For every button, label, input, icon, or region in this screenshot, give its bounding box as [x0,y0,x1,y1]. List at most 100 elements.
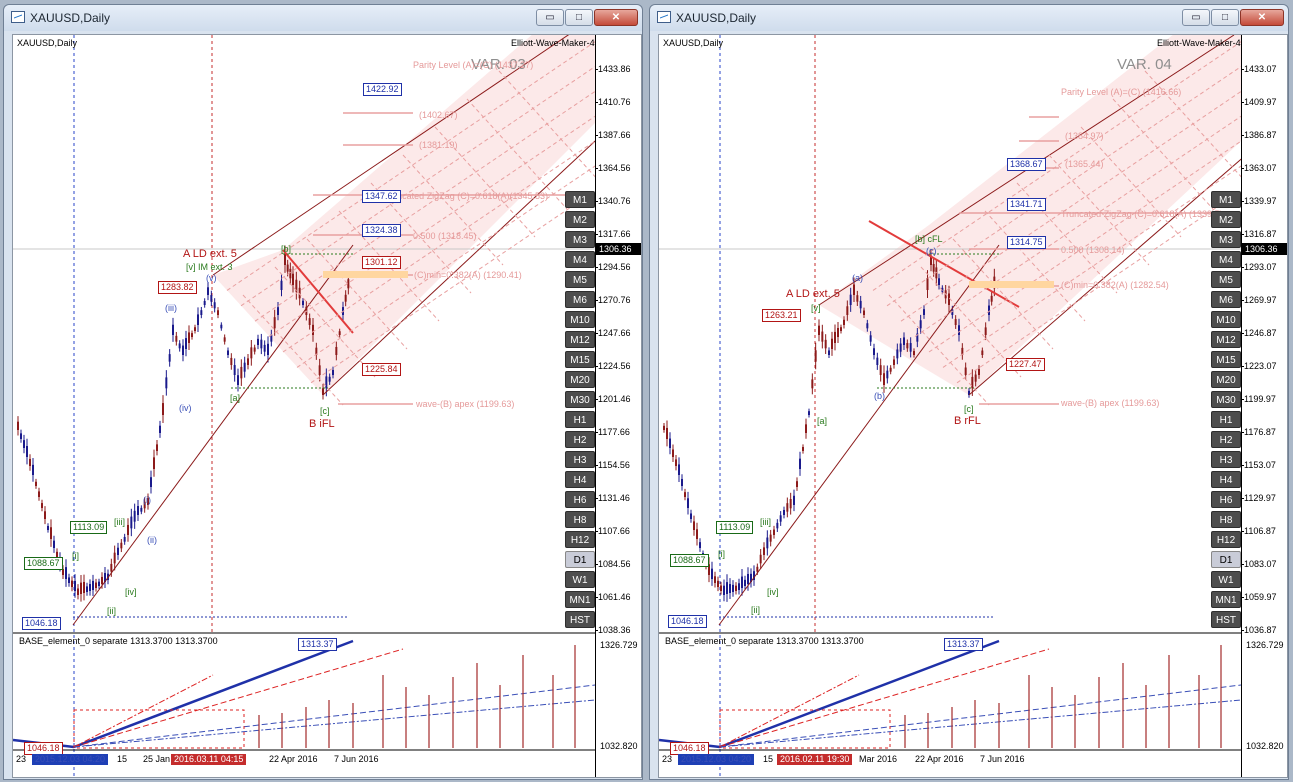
candle-body [974,374,977,382]
candle-body [824,339,827,349]
candle-body [233,365,236,375]
candle-body [200,310,203,315]
minimize-button[interactable]: ▭ [536,9,564,26]
candle-body [756,566,759,572]
price-axis[interactable]: 1433.07 1409.97 1386.87 1363.07 1339.97 1316.… [1241,35,1287,777]
candle-body [243,362,246,372]
timeframe-button-h2[interactable]: H2 [565,431,595,448]
timeframe-button-m4[interactable]: M4 [1211,251,1241,268]
candle-body [74,580,76,591]
candle-body [344,294,347,302]
price-axis[interactable]: 1433.86 1410.76 1387.66 1364.56 1340.76 1317.… [595,35,641,777]
candle-body [732,584,734,592]
chart-window-var03[interactable]: XAUUSD,Daily ▭ □ ✕ XAUUSD,Daily Elliott-… [3,4,643,780]
candle-body [840,327,842,331]
level-label-1365: (1365.44) [1065,159,1104,169]
timeframe-button-mn1[interactable]: MN1 [565,591,595,608]
wave-label-b-ifl: B iFL [309,418,335,430]
candle-body [669,438,671,448]
candle-body [856,295,859,302]
maximize-button[interactable]: □ [565,9,593,26]
wave-label-i: [i] [718,549,726,559]
timeframe-button-h1[interactable]: H1 [1211,411,1241,428]
timeframe-button-m2[interactable]: M2 [565,211,595,228]
timeframe-button-h12[interactable]: H12 [565,531,595,548]
price-tick: 1038.36 [595,625,631,635]
timeframe-button-h4[interactable]: H4 [1211,471,1241,488]
timeframe-button-m12[interactable]: M12 [1211,331,1241,348]
level-label-1381: (1381.19) [419,140,458,150]
timeframe-button-m4[interactable]: M4 [565,251,595,268]
price-chart[interactable]: XAUUSD,Daily Elliott-Wave-Maker-4.60 VAR… [658,34,1288,778]
timeframe-button-hst[interactable]: HST [1211,611,1241,628]
timeframe-button-m30[interactable]: M30 [1211,391,1241,408]
wave-label-a-paren: (a) [852,273,863,283]
candle-body [964,367,967,375]
timeframe-button-m20[interactable]: M20 [1211,371,1241,388]
wave-label-ii: (ii) [147,535,157,545]
price-tick: 1246.87 [1241,328,1277,338]
timeframe-button-h12[interactable]: H12 [1211,531,1241,548]
timeframe-button-d1[interactable]: D1 [1211,551,1241,568]
maximize-button[interactable]: □ [1211,9,1239,26]
timeframe-button-m1[interactable]: M1 [565,191,595,208]
candle-body [92,580,94,590]
timeframe-button-m1[interactable]: M1 [1211,191,1241,208]
symbol-title: XAUUSD,Daily [17,38,78,48]
timeframe-button-m6[interactable]: M6 [1211,291,1241,308]
price-chart[interactable]: XAUUSD,Daily Elliott-Wave-Maker-4.60 VAR… [12,34,642,778]
timeframe-button-m15[interactable]: M15 [1211,351,1241,368]
timeframe-button-h8[interactable]: H8 [1211,511,1241,528]
candle-body [672,449,674,457]
timeframe-button-h4[interactable]: H4 [565,471,595,488]
timeframe-button-m12[interactable]: M12 [565,331,595,348]
timeframe-button-m10[interactable]: M10 [1211,311,1241,328]
window-titlebar[interactable]: XAUUSD,Daily ▭ □ ✕ [4,5,642,31]
candle-body [873,348,875,355]
timeframe-button-h6[interactable]: H6 [1211,491,1241,508]
timeframe-button-h1[interactable]: H1 [565,411,595,428]
candle-body [903,337,905,345]
close-button[interactable]: ✕ [1240,9,1284,26]
timeframe-button-m5[interactable]: M5 [565,271,595,288]
timeframe-button-h3[interactable]: H3 [1211,451,1241,468]
timeframe-button-m15[interactable]: M15 [565,351,595,368]
timeframe-button-h3[interactable]: H3 [565,451,595,468]
timeframe-button-h2[interactable]: H2 [1211,431,1241,448]
wave-label-a: [a] [817,416,828,426]
candle-body [726,582,728,594]
price-tick: 1294.56 [595,262,631,272]
timeframe-button-m20[interactable]: M20 [565,371,595,388]
candle-body [277,307,279,315]
timeframe-button-h6[interactable]: H6 [565,491,595,508]
price-box-1314: 1314.75 [1007,236,1046,249]
window-titlebar[interactable]: XAUUSD,Daily ▭ □ ✕ [650,5,1288,31]
close-button[interactable]: ✕ [594,9,638,26]
candle-body [286,264,289,272]
parity-level-label: Parity Level (A)=(C) (1416.66) [1061,87,1182,97]
candle-body [23,440,25,448]
level-label-1402: (1402.67) [419,110,458,120]
timeframe-button-w1[interactable]: W1 [1211,571,1241,588]
x-date-blue: 2015.12.03 04:20 [32,754,109,765]
timeframe-button-m3[interactable]: M3 [1211,231,1241,248]
timeframe-button-m5[interactable]: M5 [1211,271,1241,288]
timeframe-button-m10[interactable]: M10 [565,311,595,328]
chart-window-var04[interactable]: XAUUSD,Daily ▭ □ ✕ XAUUSD,Daily Elliott-… [649,4,1289,780]
timeframe-button-m3[interactable]: M3 [565,231,595,248]
timeframe-button-h8[interactable]: H8 [565,511,595,528]
candle-body [849,294,852,305]
price-tick: 1154.56 [595,460,630,470]
candle-body [191,333,193,337]
timeframe-button-m6[interactable]: M6 [565,291,595,308]
timeframe-button-hst[interactable]: HST [565,611,595,628]
timeframe-button-w1[interactable]: W1 [565,571,595,588]
candle-body [776,522,779,529]
timeframe-button-d1[interactable]: D1 [565,551,595,568]
candle-body [984,327,987,335]
timeframe-button-mn1[interactable]: MN1 [1211,591,1241,608]
minimize-button[interactable]: ▭ [1182,9,1210,26]
timeframe-button-m30[interactable]: M30 [565,391,595,408]
timeframe-button-m2[interactable]: M2 [1211,211,1241,228]
candle-body [194,327,196,331]
